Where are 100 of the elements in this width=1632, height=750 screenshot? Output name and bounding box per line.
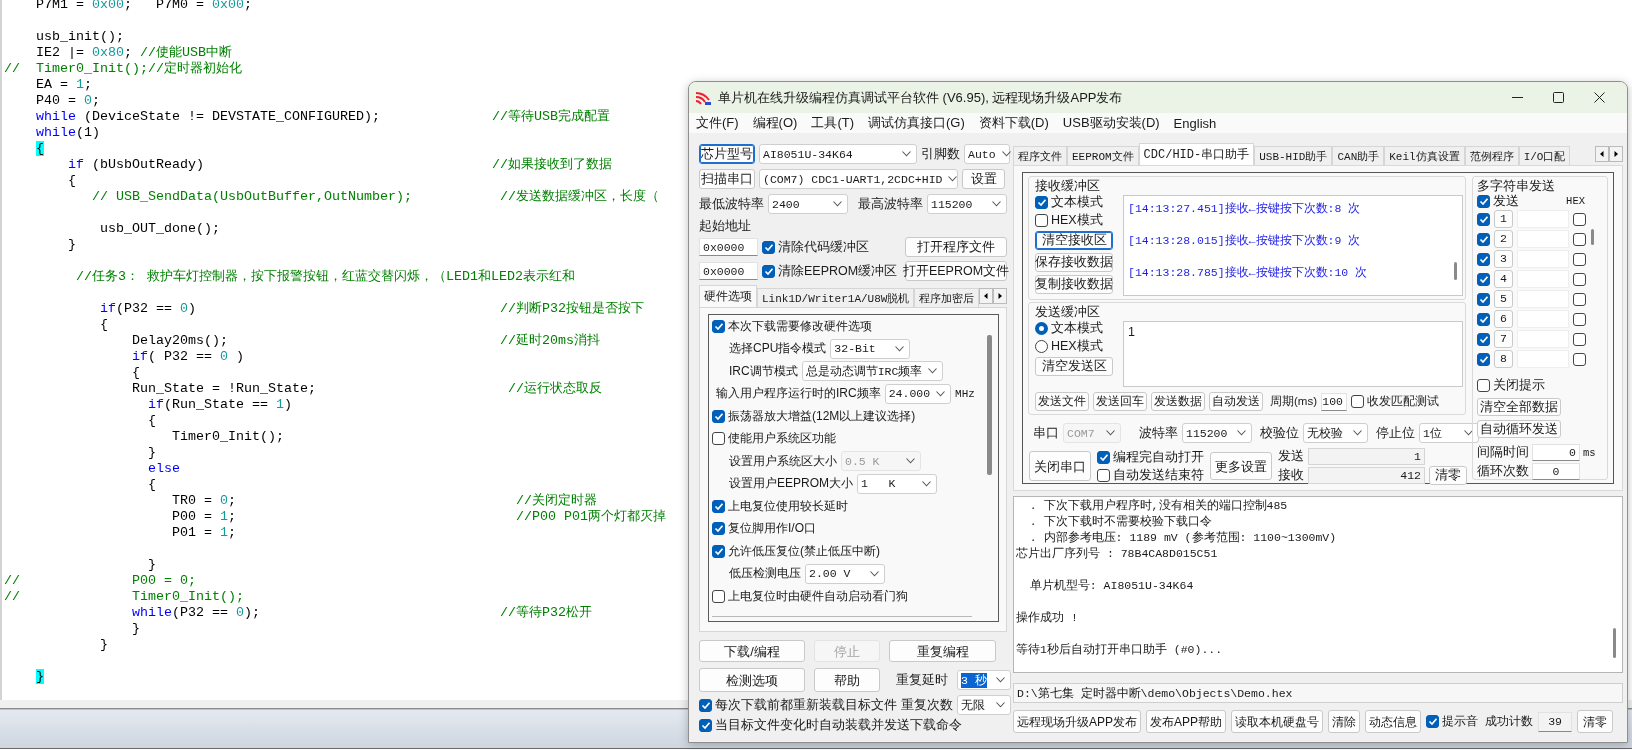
checkbox[interactable]	[1351, 395, 1364, 408]
string-number-button[interactable]: 2	[1494, 230, 1513, 248]
checkbox[interactable]	[1477, 212, 1490, 226]
string-number-button[interactable]: 7	[1494, 330, 1513, 348]
multi-send-button[interactable]: 自动循环发送	[1477, 420, 1561, 438]
parity-dropdown[interactable]: 无校验	[1303, 423, 1368, 443]
receive-button[interactable]: 保存接收数据	[1035, 253, 1113, 272]
maximize-icon[interactable]	[1553, 92, 1564, 103]
string-number-button[interactable]: 8	[1494, 350, 1513, 368]
checkbox[interactable]	[1573, 212, 1586, 226]
checkbox[interactable]	[1477, 292, 1490, 306]
close-icon[interactable]	[1594, 92, 1605, 103]
baud-rate-dropdown[interactable]: 115200	[1182, 423, 1252, 443]
string-number-button[interactable]: 4	[1494, 270, 1513, 288]
menu-item[interactable]: 编程(O)	[752, 114, 798, 132]
checkbox[interactable]	[712, 589, 725, 603]
toolbar-button[interactable]: 远程现场升级APP发布	[1013, 710, 1141, 733]
arrow-right-icon[interactable]	[1609, 146, 1623, 162]
address-field[interactable]: 0x0000	[699, 262, 758, 280]
menu-item[interactable]: 资料下载(D)	[978, 114, 1049, 132]
scrollbar[interactable]	[1612, 628, 1616, 658]
tab[interactable]: 硬件选项	[699, 285, 757, 307]
send-button[interactable]: 自动发送	[1209, 392, 1263, 411]
checkbox[interactable]	[1477, 379, 1490, 392]
more-settings-button[interactable]: 更多设置	[1210, 452, 1272, 480]
radio-button[interactable]	[1035, 340, 1048, 353]
tab[interactable]: 程序加密后	[914, 288, 980, 307]
loop-count-field[interactable]: 0	[1532, 463, 1580, 480]
checkbox[interactable]	[712, 409, 725, 423]
counter-field[interactable]: 412	[1308, 466, 1425, 484]
checkbox[interactable]	[699, 718, 712, 732]
dropdown[interactable]: 32-Bit	[830, 338, 911, 359]
repeat-delay-dropdown[interactable]: 3 秒	[957, 670, 1011, 690]
success-count-field[interactable]: 39	[1538, 711, 1573, 732]
open-file-button[interactable]: 打开EEPROM文件	[905, 261, 1007, 281]
dropdown[interactable]: 总是动态调节IRC频率	[801, 361, 944, 382]
string-number-button[interactable]: 5	[1494, 290, 1513, 308]
string-number-button[interactable]: 6	[1494, 310, 1513, 328]
checkbox[interactable]	[1097, 450, 1110, 464]
scrollbar[interactable]	[1590, 229, 1594, 245]
chip-model-button[interactable]: 芯片型号	[699, 144, 755, 164]
scrollbar[interactable]	[986, 335, 992, 475]
checkbox[interactable]	[712, 522, 725, 536]
checkbox[interactable]	[1035, 196, 1048, 209]
checkbox[interactable]	[712, 499, 725, 513]
action-button[interactable]: 下载/编程	[699, 640, 805, 662]
receive-button[interactable]: 清空接收区	[1035, 231, 1113, 250]
address-field[interactable]: 0x0000	[699, 238, 758, 256]
checkbox[interactable]	[699, 698, 712, 712]
toolbar-button[interactable]: 发布APP帮助	[1146, 710, 1227, 733]
multi-send-button[interactable]: 清空全部数据	[1477, 398, 1561, 416]
dropdown[interactable]: 24.000	[884, 383, 952, 404]
receive-button[interactable]: 复制接收数据	[1035, 275, 1113, 294]
chip-model-dropdown[interactable]: AI8051U-34K64	[759, 144, 917, 164]
counter-field[interactable]: 1	[1308, 447, 1425, 465]
dropdown[interactable]: 1 K	[857, 473, 937, 494]
checkbox[interactable]	[712, 544, 725, 558]
checkbox[interactable]	[1097, 468, 1110, 482]
checkbox[interactable]	[1573, 252, 1586, 266]
checkbox[interactable]	[1477, 352, 1490, 366]
pin-count-dropdown[interactable]: Auto	[964, 144, 1010, 164]
scrollbar[interactable]	[1453, 262, 1457, 280]
checkbox[interactable]	[1573, 232, 1586, 246]
string-number-button[interactable]: 1	[1494, 210, 1513, 228]
dropdown[interactable]: 2.00 V	[805, 563, 885, 584]
checkbox[interactable]	[762, 264, 775, 278]
stop-bits-dropdown[interactable]: 1位	[1419, 423, 1479, 443]
checkbox[interactable]	[1477, 332, 1490, 346]
baud-rate-dropdown[interactable]: 2400	[768, 194, 848, 214]
repeat-count-dropdown[interactable]: 无限	[957, 695, 1011, 715]
port-dropdown[interactable]: (COM7) CDC1-UART1,2CDC+HID	[759, 169, 958, 189]
tab[interactable]: CDC/HID-串口助手	[1138, 143, 1255, 165]
open-file-button[interactable]: 打开程序文件	[905, 237, 1007, 257]
menu-item[interactable]: 工具(T)	[811, 114, 854, 132]
send-button[interactable]: 发送回车	[1093, 392, 1147, 411]
checkbox[interactable]	[1573, 352, 1586, 366]
checkbox[interactable]	[1477, 232, 1490, 246]
checkbox[interactable]	[762, 240, 775, 254]
reset-button[interactable]: 清零	[1429, 465, 1467, 485]
tab[interactable]: CAN助手	[1332, 146, 1385, 165]
action-button[interactable]: 帮助	[814, 668, 880, 692]
send-button[interactable]: 发送数据	[1151, 392, 1205, 411]
checkbox[interactable]	[1573, 292, 1586, 306]
tab[interactable]: Link1D/Writer1A/U8W脱机	[757, 288, 915, 307]
checkbox[interactable]	[1573, 312, 1586, 326]
checkbox[interactable]	[1477, 252, 1490, 266]
close-port-button[interactable]: 关闭串口	[1029, 451, 1091, 481]
tab[interactable]: EEPROM文件	[1067, 146, 1139, 165]
toolbar-button[interactable]: 读取本机硬盘号	[1231, 710, 1324, 733]
tab[interactable]: I/O口配	[1518, 146, 1571, 165]
checkbox[interactable]	[1477, 272, 1490, 286]
checkbox[interactable]	[1477, 194, 1490, 208]
tab[interactable]: 程序文件	[1013, 146, 1067, 165]
checkbox[interactable]	[712, 319, 725, 333]
interval-field[interactable]: 0	[1532, 444, 1580, 461]
action-button[interactable]: 重复编程	[889, 640, 996, 662]
tab[interactable]: Keil仿真设置	[1384, 146, 1465, 165]
menu-item[interactable]: 文件(F)	[696, 114, 739, 132]
string-number-button[interactable]: 3	[1494, 250, 1513, 268]
checkbox[interactable]	[1573, 272, 1586, 286]
